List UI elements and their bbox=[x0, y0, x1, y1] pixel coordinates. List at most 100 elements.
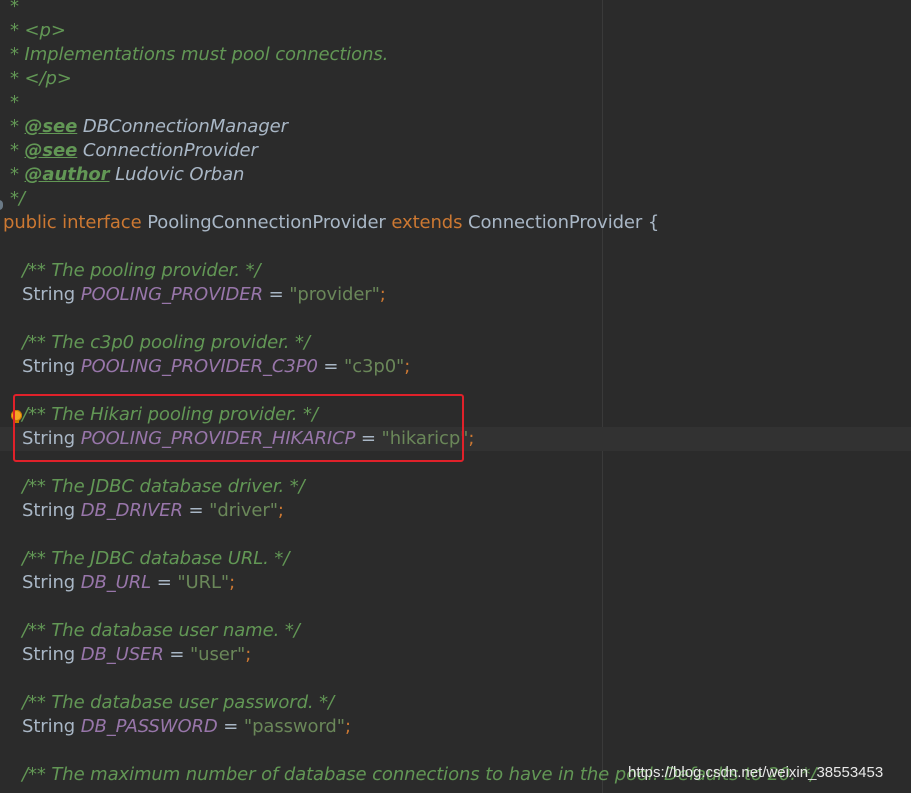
assign-operator: = bbox=[355, 428, 382, 449]
interface-declaration-line[interactable]: public interface PoolingConnectionProvid… bbox=[0, 211, 911, 235]
keyword-interface: interface bbox=[56, 212, 148, 233]
field-comment-line[interactable]: /** The JDBC database driver. */ bbox=[0, 475, 911, 499]
code-line[interactable]: */ bbox=[0, 187, 911, 211]
field-comment-line[interactable]: /** The pooling provider. */ bbox=[0, 259, 911, 283]
assign-operator: = bbox=[182, 500, 210, 521]
field-type[interactable]: String bbox=[22, 356, 81, 377]
string-literal: "user" bbox=[189, 644, 246, 665]
string-literal: "provider" bbox=[289, 284, 380, 305]
semicolon: ; bbox=[404, 356, 411, 377]
code-line[interactable]: * <p> bbox=[0, 19, 911, 43]
field-comment-line[interactable]: /** The Hikari pooling provider. */ bbox=[0, 403, 911, 427]
field-line[interactable]: String DB_PASSWORD = "password"; bbox=[0, 715, 911, 739]
javadoc-text: * bbox=[10, 0, 19, 17]
interface-name[interactable]: PoolingConnectionProvider bbox=[147, 212, 386, 233]
string-literal: "URL" bbox=[177, 572, 230, 593]
javadoc-html-tag: </p> bbox=[24, 68, 72, 89]
code-editor[interactable]: * * <p> * Implementations must pool conn… bbox=[0, 0, 911, 793]
blank-line[interactable] bbox=[0, 667, 911, 691]
field-comment-line[interactable]: /** The JDBC database URL. */ bbox=[0, 547, 911, 571]
code-line[interactable]: * bbox=[0, 0, 911, 19]
code-line[interactable]: * @author Ludovic Orban bbox=[0, 163, 911, 187]
semicolon: ; bbox=[277, 500, 284, 521]
assign-operator: = bbox=[151, 572, 178, 593]
semicolon: ; bbox=[229, 572, 236, 593]
field-name[interactable]: DB_PASSWORD bbox=[81, 716, 218, 737]
javadoc-text: * bbox=[10, 140, 25, 161]
code-line[interactable]: * Implementations must pool connections. bbox=[0, 43, 911, 67]
field-comment-line[interactable]: /** The database user password. */ bbox=[0, 691, 911, 715]
code-line[interactable]: * </p> bbox=[0, 67, 911, 91]
semicolon: ; bbox=[379, 284, 386, 305]
blank-line[interactable] bbox=[0, 451, 911, 475]
field-line[interactable]: String DB_DRIVER = "driver"; bbox=[0, 499, 911, 523]
field-type[interactable]: String bbox=[22, 428, 81, 449]
field-type[interactable]: String bbox=[22, 572, 81, 593]
field-name[interactable]: POOLING_PROVIDER_C3P0 bbox=[81, 356, 318, 377]
blank-line[interactable] bbox=[0, 307, 911, 331]
javadoc-text: * bbox=[10, 164, 25, 185]
semicolon: ; bbox=[245, 644, 252, 665]
keyword-extends: extends bbox=[385, 212, 469, 233]
field-type[interactable]: String bbox=[22, 716, 81, 737]
field-type[interactable]: String bbox=[22, 284, 81, 305]
javadoc-see-tag[interactable]: @see bbox=[25, 140, 78, 161]
field-javadoc: /** The JDBC database driver. */ bbox=[22, 476, 305, 497]
field-javadoc: /** The pooling provider. */ bbox=[22, 260, 261, 281]
field-name[interactable]: DB_USER bbox=[81, 644, 164, 665]
assign-operator: = bbox=[163, 644, 190, 665]
semicolon: ; bbox=[344, 716, 351, 737]
field-comment-line[interactable]: /** The database user name. */ bbox=[0, 619, 911, 643]
field-javadoc: /** The Hikari pooling provider. */ bbox=[22, 404, 318, 425]
blank-line[interactable] bbox=[0, 379, 911, 403]
javadoc-author-tag[interactable]: @author bbox=[25, 164, 110, 185]
string-literal: "c3p0" bbox=[344, 356, 405, 377]
javadoc-text: * bbox=[10, 20, 25, 41]
field-javadoc: /** The database user password. */ bbox=[22, 692, 335, 713]
semicolon: ; bbox=[468, 428, 475, 449]
code-area[interactable]: * * <p> * Implementations must pool conn… bbox=[0, 0, 911, 787]
blank-line[interactable] bbox=[0, 235, 911, 259]
code-line[interactable]: * @see DBConnectionManager bbox=[0, 115, 911, 139]
string-literal: "password" bbox=[243, 716, 345, 737]
javadoc-author-name: Ludovic Orban bbox=[109, 164, 245, 185]
open-brace: { bbox=[642, 212, 660, 233]
field-line[interactable]: String DB_USER = "user"; bbox=[0, 643, 911, 667]
field-line-current[interactable]: String POOLING_PROVIDER_HIKARICP = "hika… bbox=[0, 427, 911, 451]
field-line[interactable]: String POOLING_PROVIDER = "provider"; bbox=[0, 283, 911, 307]
assign-operator: = bbox=[217, 716, 244, 737]
field-type[interactable]: String bbox=[22, 500, 81, 521]
javadoc-end: */ bbox=[10, 188, 25, 209]
blank-line[interactable] bbox=[0, 523, 911, 547]
assign-operator: = bbox=[262, 284, 290, 305]
field-name[interactable]: POOLING_PROVIDER bbox=[81, 284, 263, 305]
blank-line[interactable] bbox=[0, 595, 911, 619]
javadoc-see-tag[interactable]: @see bbox=[25, 116, 78, 137]
javadoc-text: * bbox=[10, 116, 25, 137]
field-name[interactable]: DB_DRIVER bbox=[81, 500, 183, 521]
code-line[interactable]: * bbox=[0, 91, 911, 115]
assign-operator: = bbox=[317, 356, 345, 377]
javadoc-html-tag: <p> bbox=[24, 20, 66, 41]
field-javadoc: /** The JDBC database URL. */ bbox=[22, 548, 290, 569]
field-line[interactable]: String DB_URL = "URL"; bbox=[0, 571, 911, 595]
field-name[interactable]: POOLING_PROVIDER_HIKARICP bbox=[81, 428, 356, 449]
field-comment-line[interactable]: /** The c3p0 pooling provider. */ bbox=[0, 331, 911, 355]
field-javadoc: /** The database user name. */ bbox=[22, 620, 300, 641]
javadoc-reference[interactable]: ConnectionProvider bbox=[77, 140, 258, 161]
watermark: https://blog.csdn.net/weixin_38553453 bbox=[628, 764, 884, 781]
string-literal: "hikaricp" bbox=[381, 428, 469, 449]
string-literal: "driver" bbox=[209, 500, 278, 521]
lightbulb-icon[interactable] bbox=[11, 410, 22, 423]
field-type[interactable]: String bbox=[22, 644, 81, 665]
javadoc-text: * Implementations must pool connections. bbox=[10, 44, 389, 65]
code-line[interactable]: * @see ConnectionProvider bbox=[0, 139, 911, 163]
javadoc-reference[interactable]: DBConnectionManager bbox=[77, 116, 288, 137]
field-line[interactable]: String POOLING_PROVIDER_C3P0 = "c3p0"; bbox=[0, 355, 911, 379]
parent-interface-name[interactable]: ConnectionProvider bbox=[468, 212, 642, 233]
field-name[interactable]: DB_URL bbox=[81, 572, 151, 593]
blank-line[interactable] bbox=[0, 739, 911, 763]
javadoc-text: * bbox=[10, 92, 19, 113]
javadoc-text: * bbox=[10, 68, 25, 89]
keyword-public: public bbox=[3, 212, 57, 233]
